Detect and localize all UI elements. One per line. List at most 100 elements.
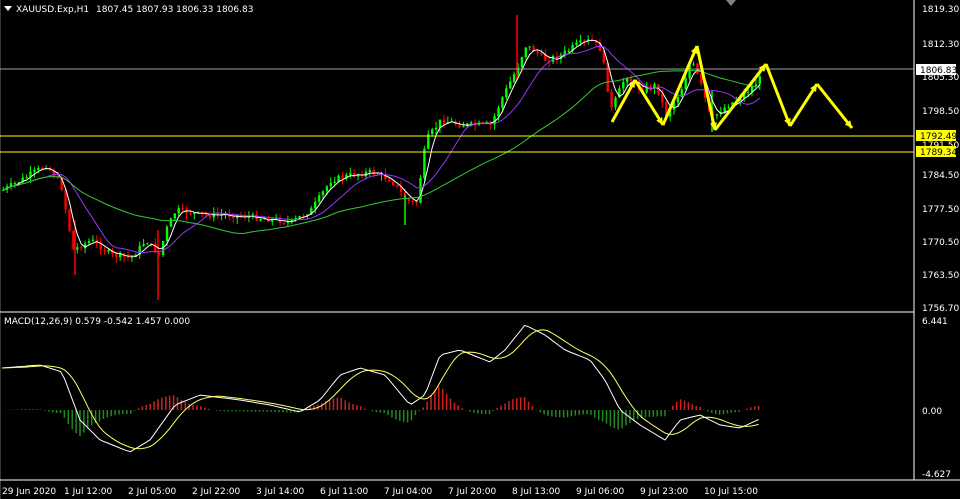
candle-body — [68, 209, 71, 231]
candle-body — [333, 181, 336, 183]
time-tick: 1 Jul 12:00 — [64, 487, 113, 497]
candle-body — [388, 179, 391, 182]
candle-body — [91, 239, 95, 241]
candle-body — [512, 74, 516, 82]
candle-body — [575, 42, 578, 45]
candle-body — [130, 256, 134, 258]
time-tick: 9 Jul 06:00 — [576, 487, 625, 497]
time-tick: 7 Jul 20:00 — [448, 487, 497, 497]
candle-body — [142, 244, 145, 246]
candle-body — [423, 148, 426, 179]
candle-body — [684, 78, 687, 90]
candle-body — [372, 169, 375, 175]
candle-body — [325, 186, 329, 192]
candle-body — [629, 78, 633, 81]
candle-body — [87, 240, 91, 244]
price-tick: 1784.50 — [922, 171, 959, 181]
candle-body — [314, 201, 317, 209]
price-tick: 1819.30 — [922, 5, 959, 15]
candle-body — [368, 169, 371, 172]
price-tick: 1812.30 — [922, 40, 959, 50]
time-tick: 6 Jul 11:00 — [320, 487, 369, 497]
candle-body — [415, 202, 418, 204]
candle-body — [579, 40, 582, 43]
candle-body — [169, 218, 173, 227]
candle-body — [395, 184, 399, 187]
candle-body — [715, 114, 719, 116]
current-price-label: 1806.83 — [916, 64, 957, 76]
macd-scale-top: 6.441 — [922, 317, 948, 327]
candle-body — [107, 250, 110, 252]
macd-scale-bottom: -4.627 — [922, 470, 951, 480]
candle-body — [165, 226, 169, 242]
candle-body — [349, 173, 352, 175]
candle-body — [470, 122, 473, 124]
candle-body — [193, 212, 196, 215]
resistance-price-label: 1792.49 — [916, 130, 957, 142]
price-tick: 1777.50 — [922, 205, 959, 215]
candle-body — [462, 126, 465, 128]
candle-body — [72, 230, 75, 250]
price-tick: 1798.50 — [922, 107, 959, 117]
chart-header: XAUUSD.Exp,H1 1807.45 1807.93 1806.33 18… — [4, 5, 253, 15]
candle-body — [232, 216, 235, 219]
candle-body — [33, 169, 36, 172]
macd-label: MACD(12,26,9) 0.579 -0.542 1.457 0.000 — [4, 317, 190, 327]
time-tick: 3 Jul 14:00 — [256, 487, 305, 497]
candle-body — [661, 94, 664, 103]
candle-body — [407, 198, 410, 202]
candle-body — [321, 191, 325, 196]
candle-body — [536, 51, 539, 54]
candle-body — [80, 247, 83, 249]
price-tick: 1756.70 — [922, 304, 959, 314]
candle-body — [614, 97, 617, 108]
candle-body — [282, 222, 286, 224]
candle-body — [181, 208, 184, 210]
macd-scale-zero: 0.00 — [922, 407, 942, 417]
candle-body — [41, 167, 44, 169]
candle-body — [509, 81, 512, 89]
candle-body — [103, 249, 106, 252]
candle-body — [317, 195, 321, 202]
candle-body — [411, 201, 414, 203]
candle-body — [610, 91, 613, 108]
symbol-timeframe: XAUUSD.Exp,H1 — [16, 5, 89, 15]
candle-body — [2, 189, 5, 191]
candle-body — [298, 215, 301, 218]
candle-body — [727, 107, 730, 109]
candle-body — [259, 219, 262, 221]
ohlc-values: 1807.45 1807.93 1806.33 1806.83 — [96, 5, 253, 15]
candle-body — [189, 213, 192, 215]
candle-body — [524, 47, 527, 58]
time-tick: 9 Jul 23:00 — [640, 487, 689, 497]
time-tick: 8 Jul 13:00 — [512, 487, 561, 497]
time-tick: 10 Jul 15:00 — [704, 487, 758, 497]
candle-body — [520, 57, 524, 68]
candle-body — [419, 178, 422, 203]
candle-body — [431, 129, 434, 135]
svg-text:1789.34: 1789.34 — [920, 148, 957, 158]
candle-body — [126, 256, 130, 258]
candle-body — [497, 107, 500, 117]
time-tick: 7 Jul 04:00 — [384, 487, 433, 497]
candle-body — [37, 167, 40, 170]
candle-body — [746, 91, 750, 93]
candle-body — [341, 175, 344, 179]
candle-body — [13, 182, 17, 184]
candle-body — [146, 243, 149, 245]
candle-body — [434, 127, 438, 130]
candle-body — [458, 124, 461, 128]
price-tick: 1770.50 — [922, 238, 959, 248]
candle-body — [173, 213, 176, 219]
candle-body — [438, 119, 442, 128]
candle-body — [676, 97, 680, 103]
candle-body — [622, 82, 625, 89]
candle-body — [329, 182, 332, 187]
candle-body — [25, 177, 28, 179]
candle-body — [115, 253, 118, 258]
candle-body — [442, 119, 446, 124]
chart-window[interactable]: XAUUSD.Exp,H1 1807.45 1807.93 1806.33 18… — [0, 0, 960, 499]
candle-body — [76, 247, 79, 250]
candle-body — [567, 50, 570, 52]
candle-body — [392, 181, 395, 185]
